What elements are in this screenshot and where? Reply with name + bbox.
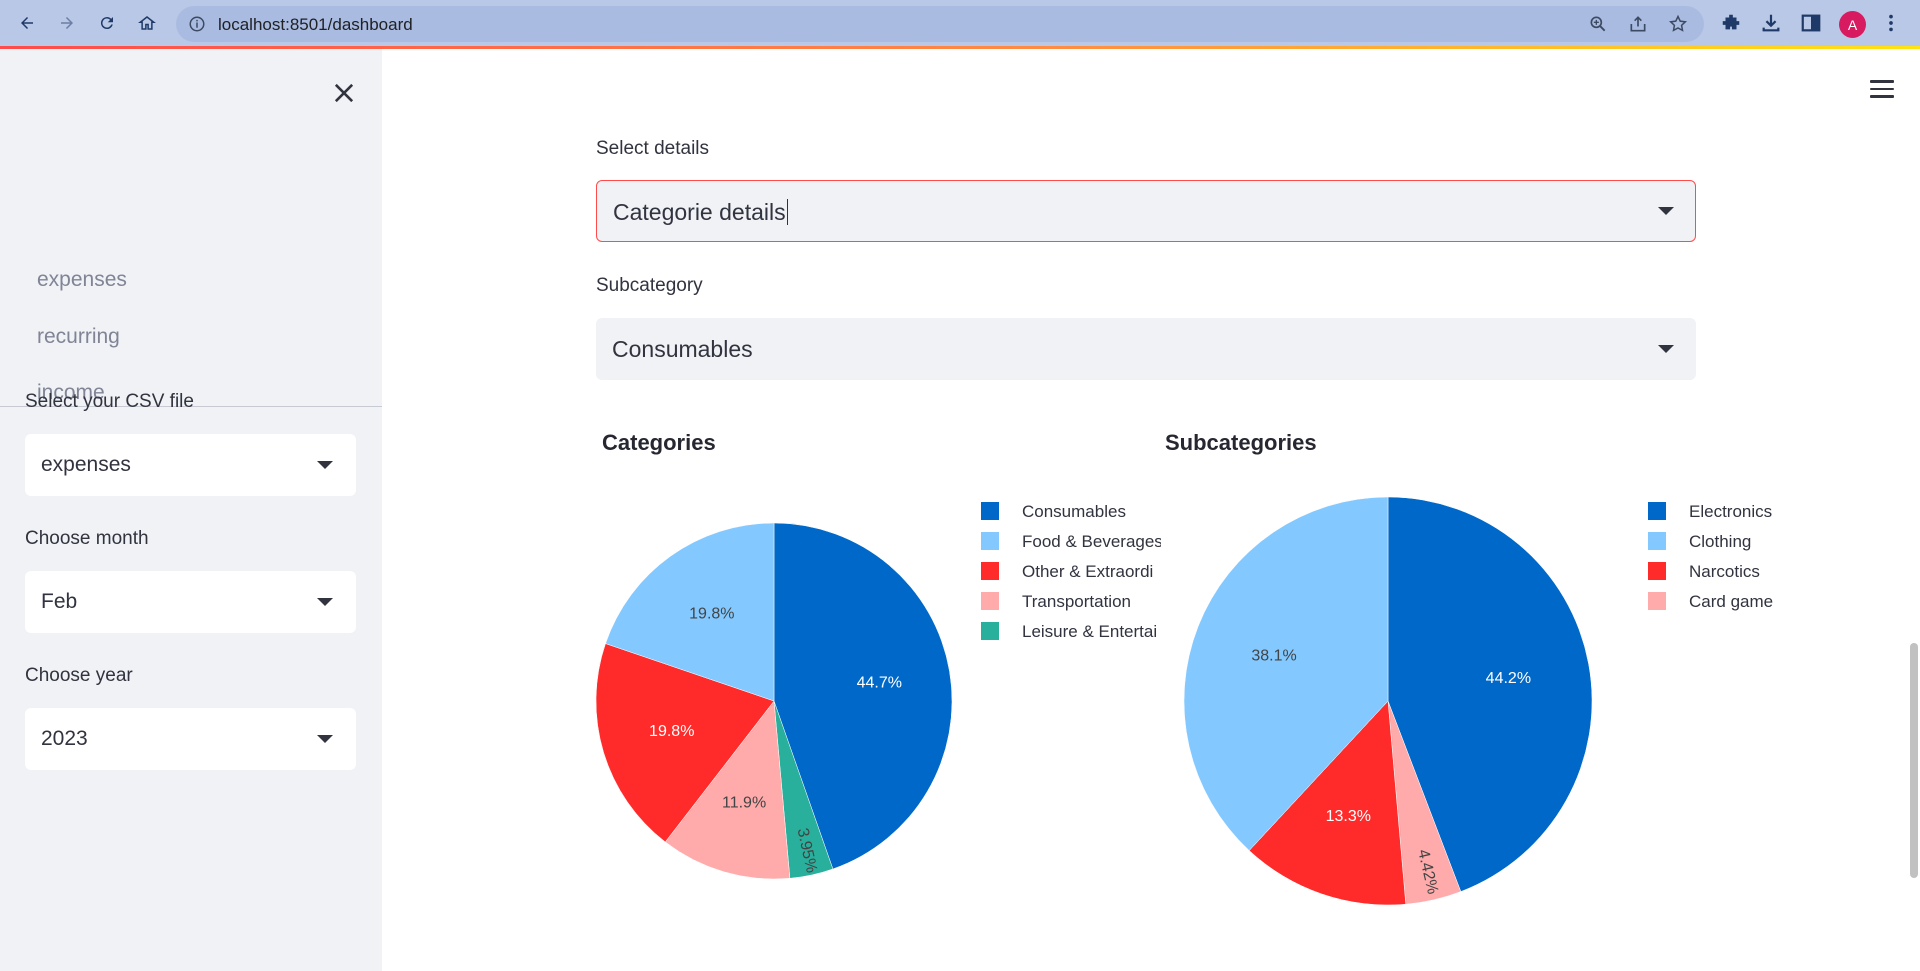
pie-label-other-extraordinary: 19.8% (649, 723, 694, 740)
legend-label-food-beverages[interactable]: Food & Beverages (1022, 532, 1163, 551)
categories-legend: Consumables Food & Beverages Other & Extra… (981, 502, 1163, 641)
pie-label-food-beverages: 19.8% (689, 605, 734, 622)
legend-label-narcotics[interactable]: Narcotics (1689, 562, 1760, 581)
legend-label-electronics[interactable]: Electronics (1689, 502, 1772, 521)
pie-charts: 44.7%3.95%11.9%19.8%19.8%ConsumablesFood… (595, 496, 1773, 906)
pie-label-electronics: 44.2% (1486, 670, 1531, 687)
pie-label-transportation: 11.9% (722, 795, 766, 812)
legend-swatch-narcotics[interactable] (1648, 562, 1666, 580)
legend-swatch-other-extraordinary[interactable] (981, 562, 999, 580)
legend-swatch-transportation[interactable] (981, 592, 999, 610)
pie-label-clothing: 38.1% (1251, 647, 1296, 664)
legend-swatch-electronics[interactable] (1648, 502, 1666, 520)
legend-label-other-extraordinary[interactable]: Other & Extraordi (1022, 562, 1153, 581)
legend-swatch-clothing[interactable] (1648, 532, 1666, 550)
legend-swatch-leisure-entertainment[interactable] (981, 622, 999, 640)
subcategories-pie: 44.2%4.42%13.3%38.1% (1183, 496, 1593, 906)
categories-pie: 44.7%3.95%11.9%19.8%19.8% (595, 522, 953, 880)
legend-swatch-consumables[interactable] (981, 502, 999, 520)
legend-label-clothing[interactable]: Clothing (1689, 532, 1751, 551)
legend-swatch-card-game[interactable] (1648, 592, 1666, 610)
legend-label-card-game[interactable]: Card game (1689, 592, 1773, 611)
legend-label-transportation[interactable]: Transportation (1022, 592, 1131, 611)
scrollbar[interactable] (1910, 643, 1918, 878)
pie-label-consumables: 44.7% (857, 674, 902, 691)
legend-label-leisure-entertainment[interactable]: Leisure & Entertai (1022, 622, 1157, 641)
legend-label-consumables[interactable]: Consumables (1022, 502, 1126, 521)
pie-label-narcotics: 13.3% (1326, 808, 1371, 825)
subcategories-legend: Electronics Clothing Narcotics Card game (1648, 502, 1773, 611)
legend-swatch-food-beverages[interactable] (981, 532, 999, 550)
